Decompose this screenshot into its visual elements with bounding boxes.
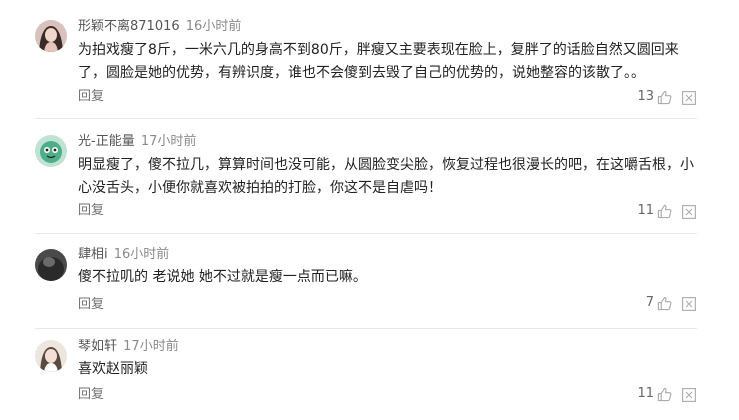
reply-button[interactable]: 回复 [78,203,104,219]
comment-header: 光-正能量 17小时前 [78,134,196,150]
reply-button[interactable]: 回复 [78,89,104,105]
like-button[interactable]: 13 [637,89,672,105]
timestamp: 16小时前 [185,19,242,34]
thumbs-up-icon [657,90,672,105]
username[interactable]: 光-正能量 [78,134,135,149]
comment-text: 为拍戏瘦了8斤，一米六几的身高不到80斤，胖瘦又主要表现在脸上，复胖了的话脸自然… [78,42,679,81]
like-count: 7 [645,295,654,310]
username[interactable]: 琴如轩 [78,339,117,354]
thumbs-up-icon [657,204,672,219]
thumbs-up-icon [657,296,672,311]
like-count: 11 [637,386,654,401]
reply-button[interactable]: 回复 [78,297,104,313]
like-button[interactable]: 11 [637,203,672,219]
comment-text: 傻不拉叽的 老说她 她不过就是瘦一点而已嘛。 [78,269,367,285]
avatar[interactable] [35,340,67,372]
comment-item: 形颖不离871016 16小时前 为拍戏瘦了8斤，一米六几的身高不到80斤，胖瘦… [0,0,739,118]
avatar[interactable] [35,135,67,167]
timestamp: 16小时前 [113,247,170,262]
report-icon[interactable] [682,387,697,403]
avatar[interactable] [35,20,67,52]
like-button[interactable]: 7 [646,295,672,311]
comment-item: 肆相i 16小时前 傻不拉叽的 老说她 她不过就是瘦一点而已嘛。 回复 7 [0,234,739,328]
username[interactable]: 肆相i [78,247,108,262]
comment-item: 琴如轩 17小时前 喜欢赵丽颖 回复 11 [0,329,739,420]
comment-header: 琴如轩 17小时前 [78,339,179,355]
report-icon[interactable] [682,296,697,312]
comment-text: 喜欢赵丽颖 [78,361,148,377]
reply-button[interactable]: 回复 [78,387,104,403]
thumbs-up-icon [657,387,672,402]
comment-item: 光-正能量 17小时前 明显瘦了，傻不拉几，算算时间也没可能，从圆脸变尖脸，恢复… [0,119,739,233]
like-button[interactable]: 11 [637,386,672,402]
report-icon[interactable] [682,90,697,106]
timestamp: 17小时前 [123,339,179,354]
timestamp: 17小时前 [140,134,197,149]
comment-header: 形颖不离871016 16小时前 [78,19,241,35]
like-count: 11 [637,203,654,218]
comment-header: 肆相i 16小时前 [78,247,169,263]
comment-text: 明显瘦了，傻不拉几，算算时间也没可能，从圆脸变尖脸，恢复过程也很漫长的吧，在这嚼… [78,157,694,196]
username[interactable]: 形颖不离871016 [78,19,180,34]
avatar[interactable] [35,249,67,281]
like-count: 13 [637,89,654,104]
report-icon[interactable] [682,204,697,220]
